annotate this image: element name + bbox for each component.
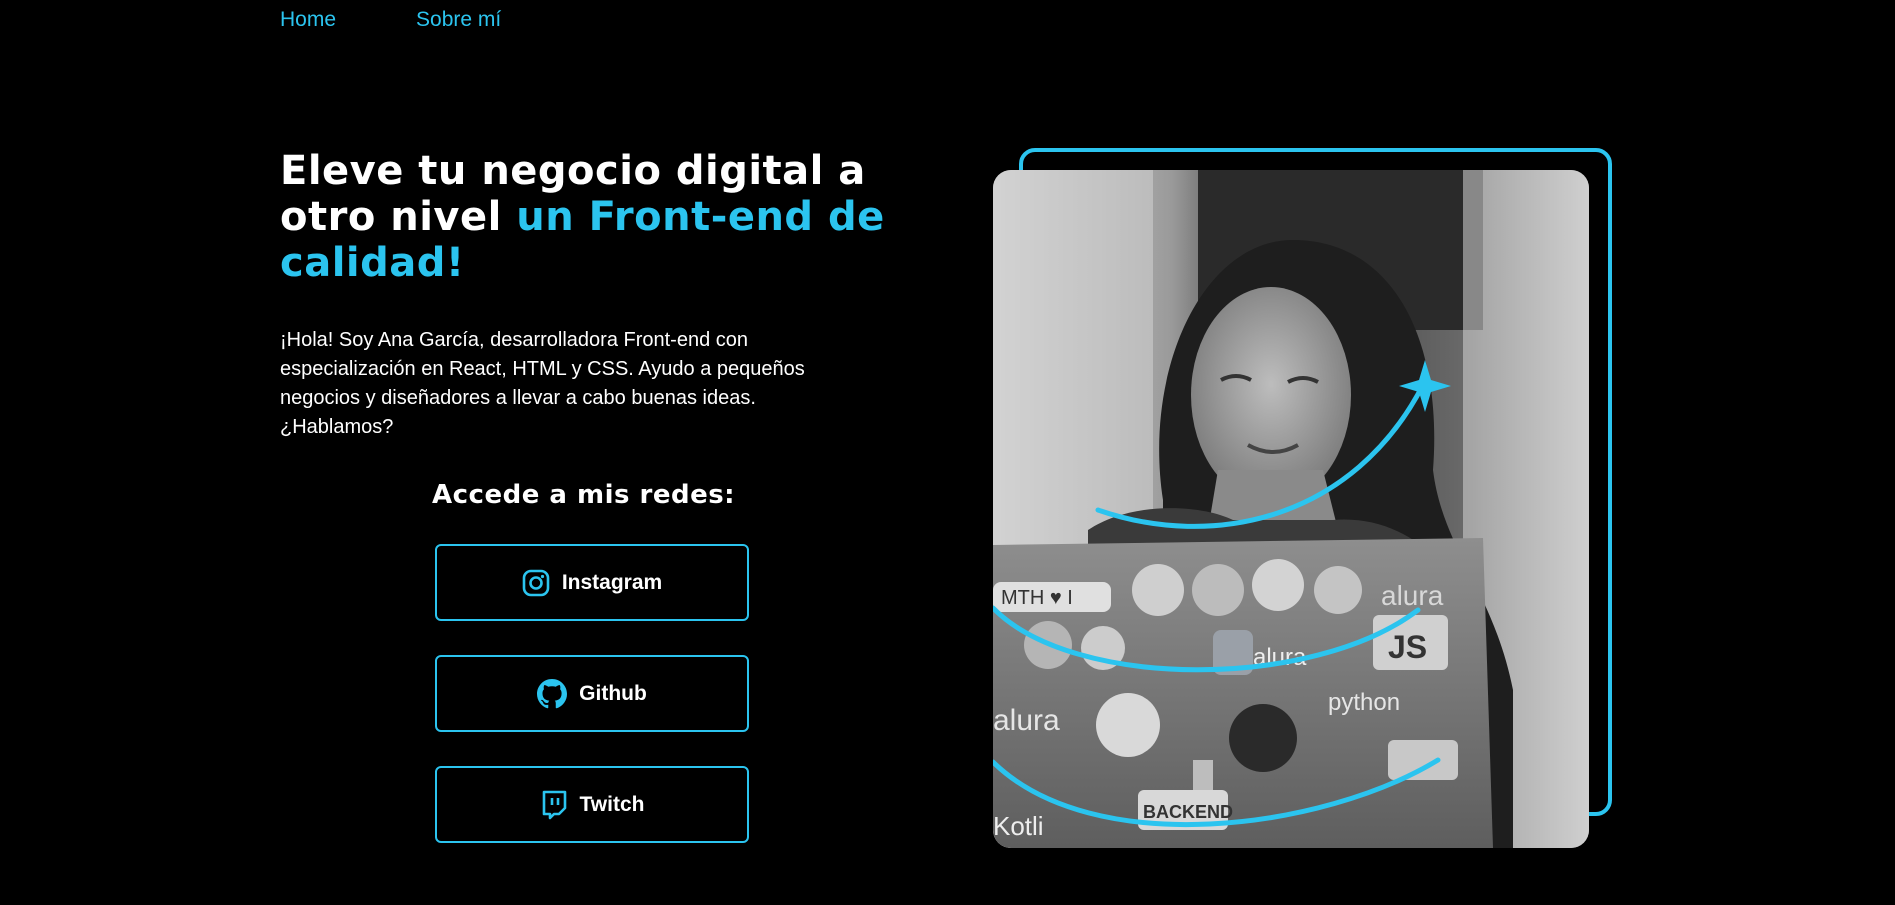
sticker-alura-3: alura: [993, 704, 1060, 737]
hero-title: Eleve tu negocio digital a otro nivel un…: [280, 148, 920, 286]
intro-text: ¡Hola! Soy Ana García, desarrolladora Fr…: [280, 329, 805, 438]
github-label: Github: [579, 681, 647, 705]
socials-title: Accede a mis redes:: [432, 480, 736, 510]
github-button[interactable]: Github: [435, 655, 749, 732]
github-icon: [537, 678, 568, 709]
twitch-button[interactable]: Twitch: [435, 766, 749, 843]
nav-home-link[interactable]: Home: [280, 8, 336, 32]
sticker-python: python: [1328, 689, 1400, 716]
sticker-js: JS: [1388, 629, 1427, 665]
page: Home Sobre mí Eleve tu negocio digital a…: [0, 0, 1895, 905]
sticker-backend: BACKEND: [1143, 802, 1233, 822]
instagram-label: Instagram: [561, 570, 663, 594]
instagram-button[interactable]: Instagram: [435, 544, 749, 621]
twitch-label: Twitch: [579, 792, 645, 816]
top-nav: Home Sobre mí: [280, 8, 501, 32]
instagram-icon: [522, 569, 550, 597]
sticker-alura-1: alura: [1381, 580, 1444, 611]
sticker-mth: MTH ♥ I: [1001, 587, 1073, 609]
nav-about-link[interactable]: Sobre mí: [416, 8, 501, 32]
twitch-icon: [540, 790, 568, 820]
profile-photo: MTH ♥ I alura alura JS python alura BACK…: [993, 170, 1589, 848]
sticker-kotlin: Kotli: [993, 811, 1044, 841]
